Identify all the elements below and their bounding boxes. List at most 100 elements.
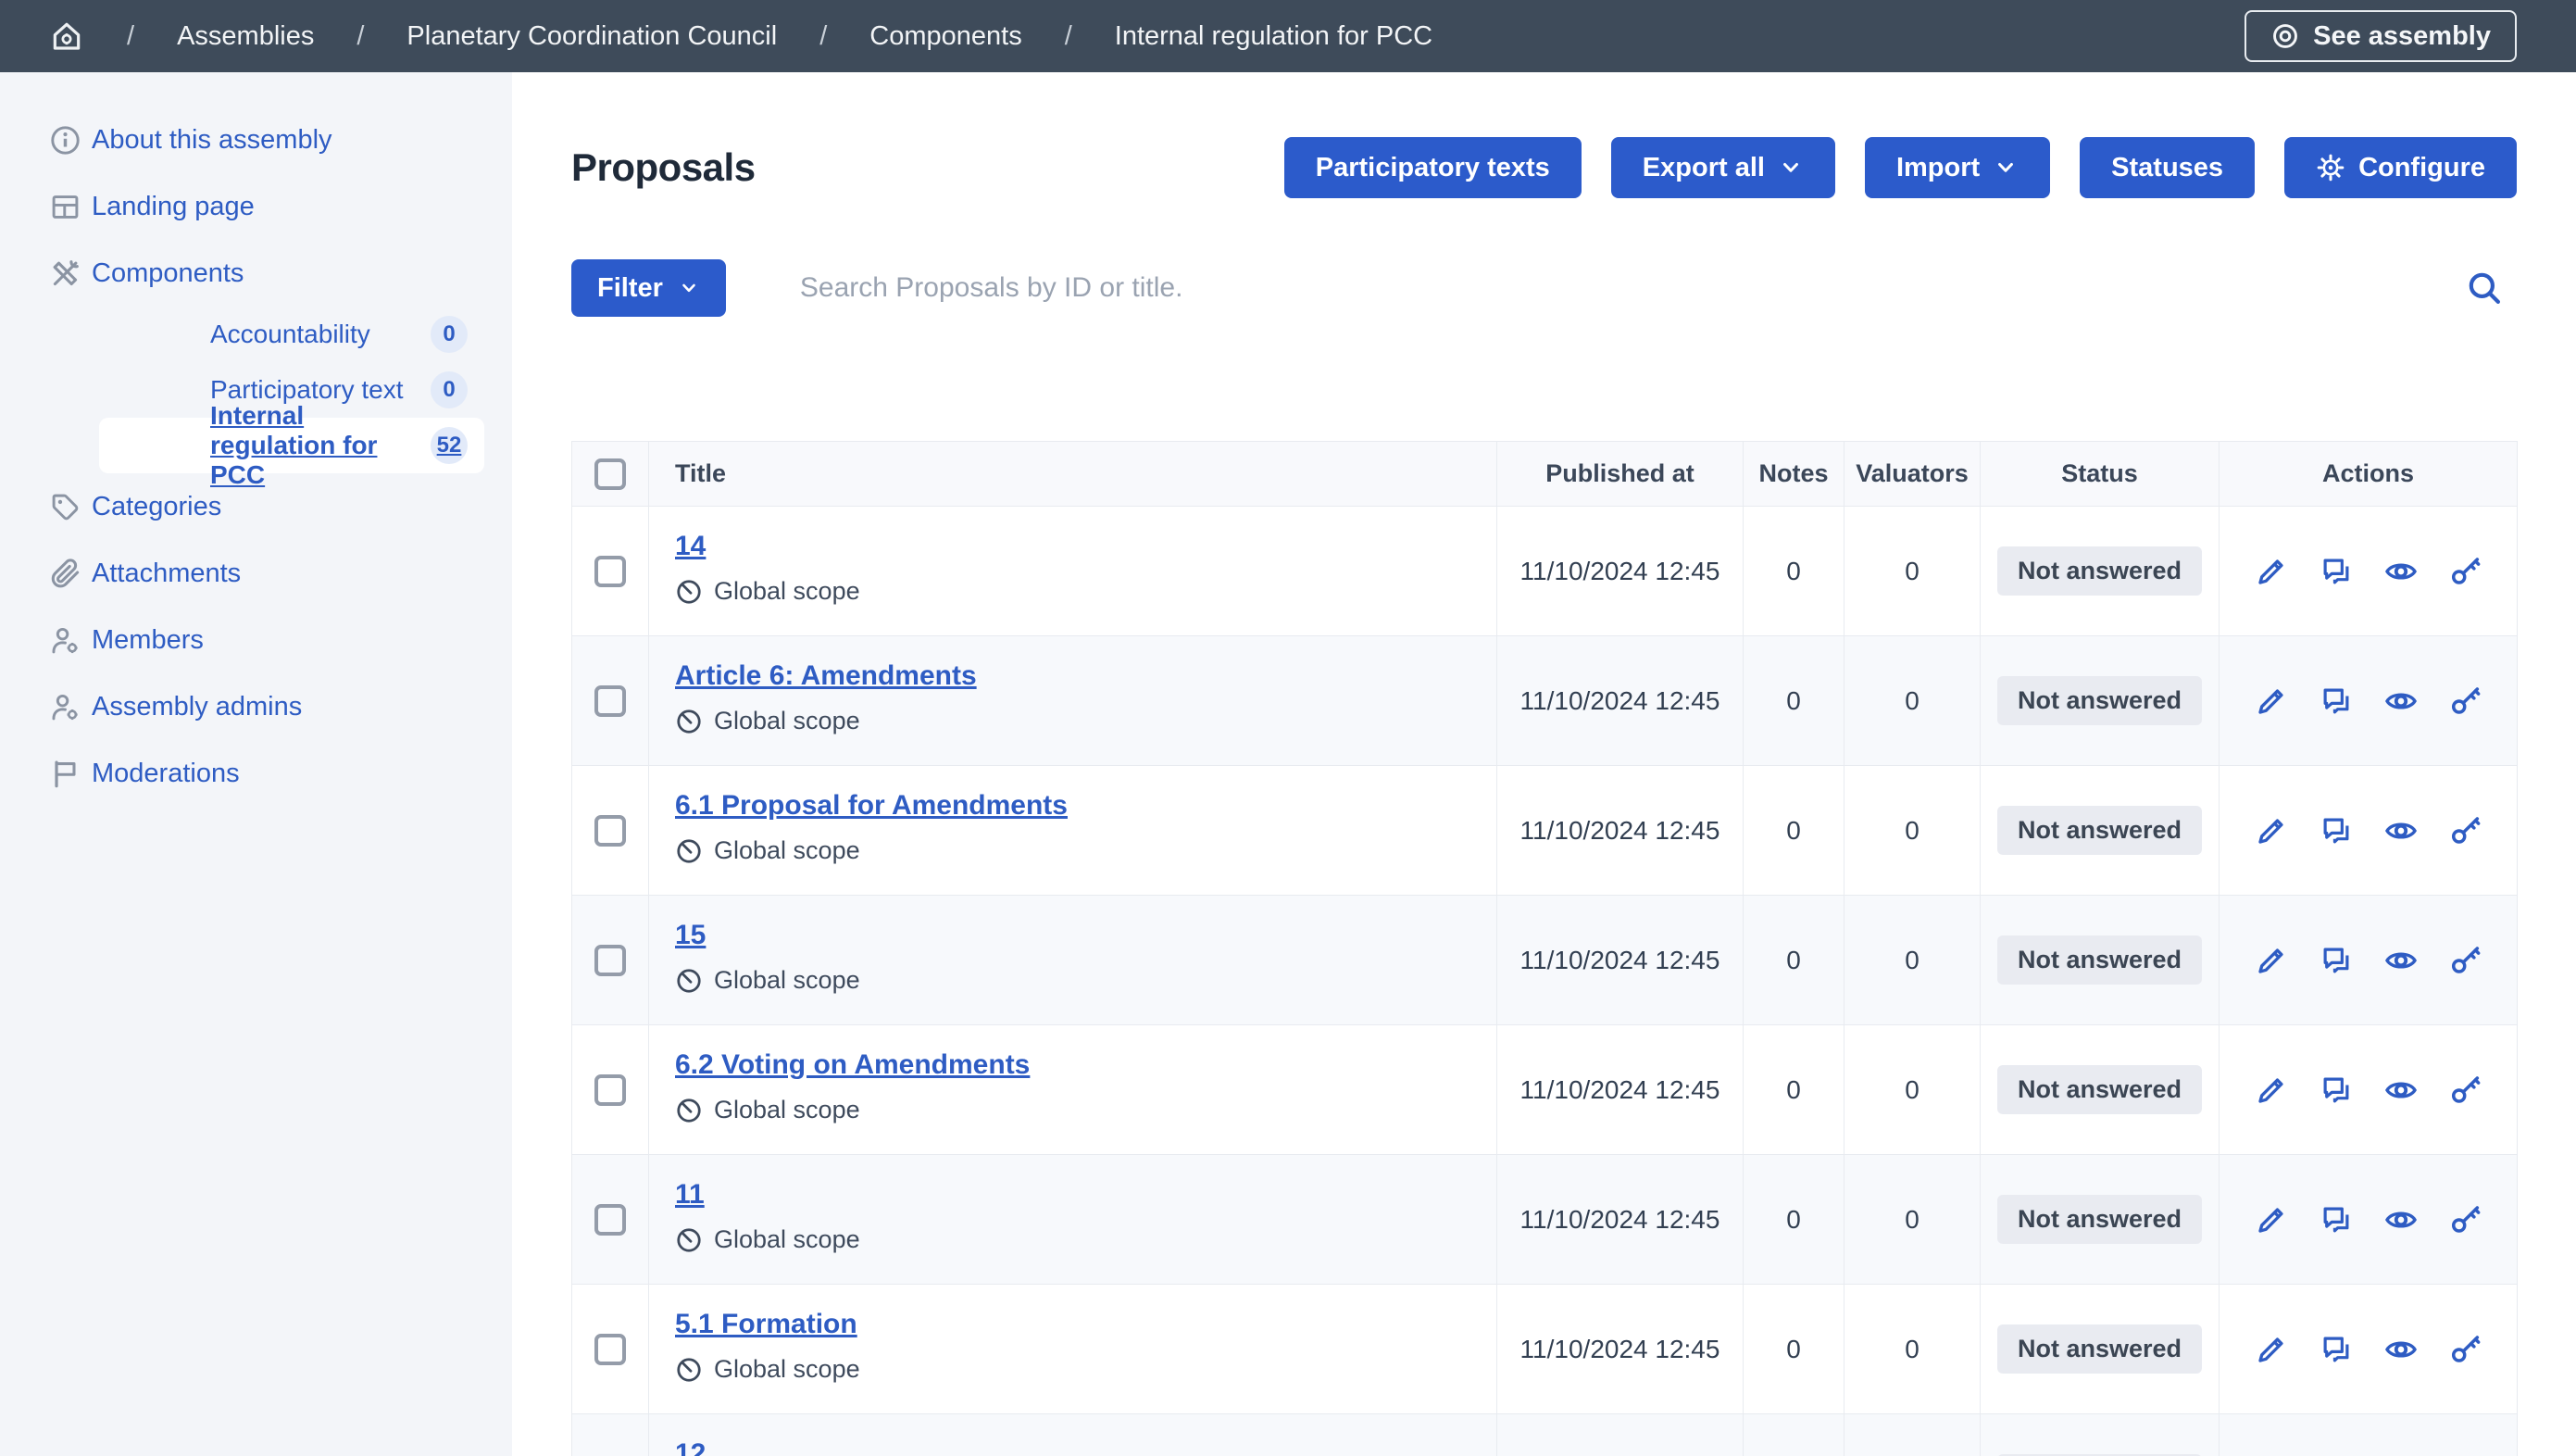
- chat-icon: [2319, 684, 2354, 719]
- sidebar-item-about[interactable]: About this assembly: [0, 107, 512, 173]
- key-icon: [2448, 813, 2483, 848]
- sidebar-item-label: About this assembly: [92, 125, 332, 156]
- sidebar-item-attachments[interactable]: Attachments: [0, 540, 512, 607]
- permissions-proposal-button[interactable]: [2448, 943, 2483, 978]
- answer-proposal-button[interactable]: [2319, 554, 2354, 589]
- eye-icon: [2270, 21, 2300, 51]
- configure-button[interactable]: Configure: [2284, 137, 2517, 198]
- answer-proposal-button[interactable]: [2319, 684, 2354, 719]
- permissions-proposal-button[interactable]: [2448, 813, 2483, 848]
- published-at-cell: 11/10/2024 12:45: [1497, 507, 1744, 636]
- preview-proposal-button[interactable]: [2383, 1073, 2419, 1108]
- row-checkbox[interactable]: [594, 945, 626, 976]
- permissions-proposal-button[interactable]: [2448, 1332, 2483, 1367]
- import-button[interactable]: Import: [1865, 137, 2050, 198]
- sidebar-item-moderations[interactable]: Moderations: [0, 740, 512, 807]
- edit-proposal-button[interactable]: [2254, 943, 2289, 978]
- permissions-proposal-button[interactable]: [2448, 1202, 2483, 1237]
- header-actions: Actions: [2220, 442, 2518, 507]
- user-gear-icon: [49, 691, 81, 723]
- proposal-title-link[interactable]: 15: [675, 920, 706, 951]
- sidebar-item-label: Assembly admins: [92, 692, 302, 722]
- sidebar-item-label: Accountability: [210, 320, 370, 349]
- published-at-cell: 11/10/2024 12:45: [1497, 1155, 1744, 1285]
- row-checkbox[interactable]: [594, 815, 626, 847]
- sidebar-item-assembly-admins[interactable]: Assembly admins: [0, 673, 512, 740]
- preview-proposal-button[interactable]: [2383, 554, 2419, 589]
- row-checkbox[interactable]: [594, 685, 626, 717]
- home-icon[interactable]: [49, 19, 84, 54]
- answer-proposal-button[interactable]: [2319, 943, 2354, 978]
- preview-proposal-button[interactable]: [2383, 813, 2419, 848]
- proposal-title-link[interactable]: 14: [675, 531, 706, 562]
- scope-label: Global scope: [714, 836, 860, 865]
- breadcrumb-current-component[interactable]: Internal regulation for PCC: [1115, 21, 1432, 52]
- answer-proposal-button[interactable]: [2319, 1332, 2354, 1367]
- proposal-title-link[interactable]: 6.1 Proposal for Amendments: [675, 790, 1068, 822]
- see-assembly-button[interactable]: See assembly: [2245, 10, 2517, 62]
- answer-proposal-button[interactable]: [2319, 1202, 2354, 1237]
- sidebar-item-landing-page[interactable]: Landing page: [0, 173, 512, 240]
- proposal-title-link[interactable]: Article 6: Amendments: [675, 660, 977, 692]
- proposal-title-link[interactable]: 12: [675, 1438, 706, 1456]
- notes-cell: 0: [1744, 636, 1844, 766]
- sidebar-item-accountability[interactable]: Accountability 0: [99, 307, 484, 362]
- table-row: 12 Global scope 11/10/2024 12:45 0 0 Not…: [572, 1414, 2518, 1456]
- globe-icon: [675, 708, 703, 735]
- proposals-table-body: 14 Global scope 11/10/2024 12:45 0 0 Not…: [572, 507, 2518, 1456]
- notes-cell: 0: [1744, 1285, 1844, 1414]
- permissions-proposal-button[interactable]: [2448, 1073, 2483, 1108]
- edit-proposal-button[interactable]: [2254, 1332, 2289, 1367]
- sidebar-item-components[interactable]: Components: [0, 240, 512, 307]
- scope-label: Global scope: [714, 1355, 860, 1384]
- proposal-title-link[interactable]: 5.1 Formation: [675, 1309, 857, 1340]
- search-input[interactable]: [767, 259, 2452, 317]
- button-label: Participatory texts: [1316, 153, 1550, 183]
- edit-proposal-button[interactable]: [2254, 554, 2289, 589]
- edit-proposal-button[interactable]: [2254, 684, 2289, 719]
- table-header-row: Title Published at Notes Valuators Statu…: [572, 442, 2518, 507]
- sidebar-item-internal-regulation[interactable]: Internal regulation for PCC 52: [99, 418, 484, 473]
- pencil-icon: [2254, 684, 2289, 719]
- filter-button[interactable]: Filter: [571, 259, 726, 317]
- participatory-texts-button[interactable]: Participatory texts: [1284, 137, 1582, 198]
- row-checkbox[interactable]: [594, 1074, 626, 1106]
- scope-label: Global scope: [714, 1225, 860, 1254]
- edit-proposal-button[interactable]: [2254, 813, 2289, 848]
- header-notes: Notes: [1744, 442, 1844, 507]
- permissions-proposal-button[interactable]: [2448, 684, 2483, 719]
- table-row: Article 6: Amendments Global scope 11/10…: [572, 636, 2518, 766]
- toolbar: Participatory texts Export all Import St…: [1284, 137, 2517, 198]
- preview-proposal-button[interactable]: [2383, 1332, 2419, 1367]
- permissions-proposal-button[interactable]: [2448, 554, 2483, 589]
- answer-proposal-button[interactable]: [2319, 1073, 2354, 1108]
- count-badge: 52: [431, 427, 468, 464]
- preview-proposal-button[interactable]: [2383, 684, 2419, 719]
- row-checkbox[interactable]: [594, 1334, 626, 1365]
- chat-icon: [2319, 1332, 2354, 1367]
- preview-proposal-button[interactable]: [2383, 943, 2419, 978]
- info-icon: [49, 124, 81, 157]
- export-all-button[interactable]: Export all: [1611, 137, 1835, 198]
- header-status: Status: [1981, 442, 2220, 507]
- pencil-icon: [2254, 554, 2289, 589]
- breadcrumb-assembly-name[interactable]: Planetary Coordination Council: [406, 21, 777, 52]
- select-all-checkbox[interactable]: [594, 458, 626, 490]
- edit-proposal-button[interactable]: [2254, 1202, 2289, 1237]
- preview-proposal-button[interactable]: [2383, 1202, 2419, 1237]
- answer-proposal-button[interactable]: [2319, 813, 2354, 848]
- statuses-button[interactable]: Statuses: [2080, 137, 2255, 198]
- row-checkbox[interactable]: [594, 1204, 626, 1236]
- breadcrumb-components[interactable]: Components: [869, 21, 1021, 52]
- sidebar-item-members[interactable]: Members: [0, 607, 512, 673]
- proposal-title-link[interactable]: 6.2 Voting on Amendments: [675, 1049, 1030, 1081]
- search-button[interactable]: [2452, 269, 2517, 308]
- components-submenu: Accountability 0 Participatory text 0 In…: [0, 307, 512, 473]
- published-at-cell: 11/10/2024 12:45: [1497, 636, 1744, 766]
- proposal-title-link[interactable]: 11: [675, 1179, 705, 1211]
- breadcrumb-assemblies[interactable]: Assemblies: [177, 21, 314, 52]
- chevron-down-icon: [1778, 155, 1804, 181]
- key-icon: [2448, 943, 2483, 978]
- row-checkbox[interactable]: [594, 556, 626, 587]
- edit-proposal-button[interactable]: [2254, 1073, 2289, 1108]
